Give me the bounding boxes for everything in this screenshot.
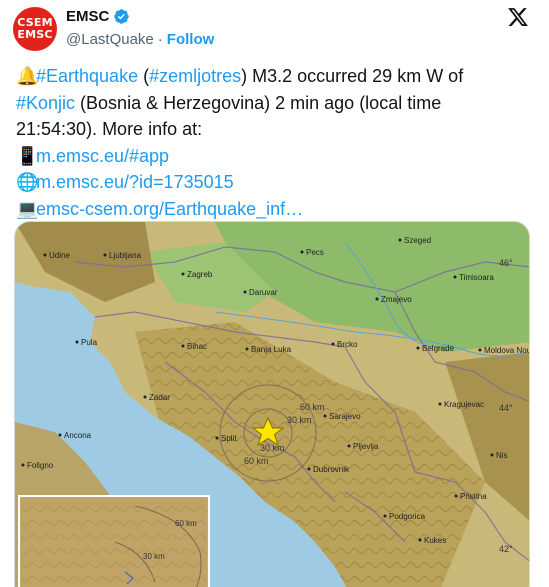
- avatar[interactable]: CSEM EMSC: [13, 7, 57, 51]
- city-bihac: Bihac: [187, 342, 207, 351]
- city-daruvar: Daruvar: [249, 288, 278, 297]
- name-row: EMSC: [66, 8, 130, 25]
- city-dubrovnik: Dubrovnik: [313, 465, 350, 474]
- city-banja-luka: Banja Luka: [251, 345, 292, 354]
- ring-label-60km-ne: 60 km: [300, 402, 325, 412]
- avatar-text-bottom: EMSC: [17, 28, 53, 41]
- bell-icon: 🔔: [16, 66, 39, 86]
- tweet-line-4: 📱m.emsc.eu/#app: [16, 143, 536, 170]
- city-zadar: Zadar: [149, 393, 170, 402]
- link-event-id[interactable]: m.emsc.eu/?id=1735015: [36, 172, 234, 192]
- tweet-text-region: (Bosnia & Herzegovina) 2 min ago (local …: [75, 92, 442, 113]
- tweet-line-6: 💻emsc-csem.org/Earthquake_inf…: [16, 196, 536, 223]
- earthquake-map-image[interactable]: 60 km 30 km 60 km 30 km Udine Ljubljana …: [14, 221, 530, 587]
- tweet-line-2: #Konjic (Bosnia & Herzegovina) 2 min ago…: [16, 90, 536, 117]
- city-timisoara: Timisoara: [459, 273, 494, 282]
- city-udine: Udine: [49, 251, 70, 260]
- tweet-line-1: 🔔#Earthquake (#zemljotres) M3.2 occurred…: [16, 63, 536, 90]
- ring-label-30km-ne: 30 km: [287, 415, 312, 425]
- city-split: Split: [221, 434, 237, 443]
- city-pula: Pula: [81, 338, 98, 347]
- account-handle[interactable]: @LastQuake: [66, 31, 154, 48]
- hashtag-earthquake[interactable]: #Earthquake: [36, 66, 138, 86]
- x-logo-icon[interactable]: [507, 6, 529, 28]
- mobile-phone-icon: 📱: [16, 145, 39, 166]
- city-moldova-noua: Moldova Noua: [484, 346, 530, 355]
- separator-dot: ·: [157, 31, 163, 48]
- city-sarajevo: Sarajevo: [329, 412, 361, 421]
- ring-label-30km-sw: 30 km: [260, 443, 285, 453]
- city-kukes: Kukes: [424, 536, 446, 545]
- map-inset: 60 km 30 km: [18, 495, 210, 587]
- city-brcko: Brcko: [337, 340, 358, 349]
- follow-button[interactable]: Follow: [167, 31, 215, 48]
- handle-row: @LastQuake · Follow: [66, 31, 214, 48]
- city-pristina: Pristina: [460, 492, 487, 501]
- link-emsc-page[interactable]: emsc-csem.org/Earthquake_inf…: [36, 199, 303, 219]
- map-svg: 60 km 30 km 60 km 30 km Udine Ljubljana …: [15, 222, 530, 587]
- ring-label-60km-sw: 60 km: [244, 456, 269, 466]
- city-belgrade: Belgrade: [422, 344, 455, 353]
- computer-icon: 💻: [16, 198, 39, 219]
- tweet-text-magnitude: ) M3.2 occurred 29 km W of: [241, 66, 464, 86]
- tweet-text: 🔔#Earthquake (#zemljotres) M3.2 occurred…: [16, 63, 536, 222]
- city-podgorica: Podgorica: [389, 512, 426, 521]
- city-pljevlja: Pljevlja: [353, 442, 379, 451]
- city-ancona: Ancona: [64, 431, 92, 440]
- link-app[interactable]: m.emsc.eu/#app: [36, 146, 169, 166]
- lat-44: 44°: [499, 403, 513, 413]
- tweet-header: CSEM EMSC EMSC @LastQuake · Follow: [0, 0, 549, 60]
- tweet-line-3: 21:54:30). More info at:: [16, 119, 203, 139]
- city-pecs: Pecs: [306, 248, 324, 257]
- inset-ring-30km: 30 km: [143, 552, 165, 561]
- inset-ring-60km: 60 km: [175, 519, 197, 528]
- city-zagreb: Zagreb: [187, 270, 213, 279]
- city-zmajevo: Zmajevo: [381, 295, 412, 304]
- hashtag-zemljotres[interactable]: #zemljotres: [149, 66, 241, 86]
- city-ljubljana: Ljubljana: [109, 251, 142, 260]
- hashtag-konjic[interactable]: #Konjic: [16, 93, 75, 113]
- account-name[interactable]: EMSC: [66, 8, 109, 25]
- city-foligno: Foligno: [27, 461, 54, 470]
- lat-42: 42°: [499, 544, 513, 554]
- city-kragujevac: Kragujevac: [444, 400, 484, 409]
- tweet-line-5: 🌐m.emsc.eu/?id=1735015: [16, 169, 536, 196]
- city-nis: Nis: [496, 451, 508, 460]
- city-szeged: Szeged: [404, 236, 431, 245]
- lat-46: 46°: [499, 258, 513, 268]
- verified-badge-icon: [114, 9, 130, 24]
- globe-icon: 🌐: [16, 172, 39, 192]
